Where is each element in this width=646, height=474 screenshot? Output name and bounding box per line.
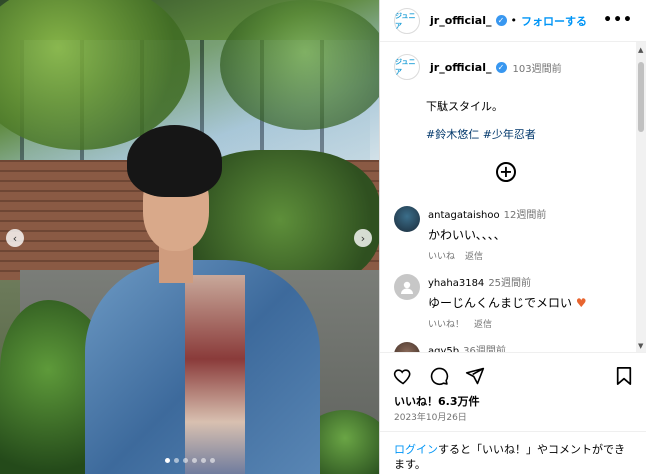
like-button[interactable] xyxy=(392,365,414,387)
caption-hashtags[interactable]: #鈴木悠仁 #少年忍者 xyxy=(426,126,536,142)
comment-time[interactable]: 25週間前 xyxy=(488,274,531,289)
heart-icon xyxy=(393,369,411,385)
login-prompt: ログインすると「いいね！」やコメントができます。 xyxy=(380,431,646,472)
comment-like-button[interactable]: いいね！ xyxy=(428,317,464,330)
avatar-logo-text: ジュニア xyxy=(395,11,416,30)
comment-text: ゆーじんくんまじでメロい ♥ xyxy=(428,294,587,311)
post-actions: いいね！6.3万件 2023年10月26日 ログインすると「いいね！」やコメント… xyxy=(380,352,646,472)
comment-time[interactable]: 12週間前 xyxy=(504,206,547,221)
commenter-avatar[interactable] xyxy=(394,274,420,300)
comment-reply-button[interactable]: 返信 xyxy=(465,249,483,262)
commenter-username[interactable]: antagataishoo xyxy=(428,210,500,221)
carousel-dot xyxy=(173,458,179,463)
comment-time[interactable]: 36週間前 xyxy=(463,342,506,352)
orange-heart-icon: ♥ xyxy=(575,296,587,310)
likes-count[interactable]: いいね！6.3万件 xyxy=(394,393,480,409)
share-button[interactable] xyxy=(464,365,486,387)
scroll-up-arrow-icon[interactable]: ▲ xyxy=(638,46,643,54)
commenter-avatar[interactable] xyxy=(394,342,420,352)
author-username[interactable]: jr_official_ xyxy=(430,14,492,27)
carousel-indicator xyxy=(0,458,379,463)
commenter-avatar[interactable] xyxy=(394,206,420,232)
subject-shirt xyxy=(185,275,245,474)
chevron-left-icon: ‹ xyxy=(12,231,18,245)
verified-badge-icon: ✓ xyxy=(495,61,507,73)
caption-time[interactable]: 103週間前 xyxy=(513,60,562,75)
carousel-dot xyxy=(182,458,188,463)
scrollbar-thumb[interactable] xyxy=(638,62,644,132)
caption-header: ジュニア jr_official_ ✓ 103週間前 xyxy=(394,54,562,80)
comment-text: かわいい､､､､ xyxy=(428,228,501,242)
caption-author-avatar[interactable]: ジュニア xyxy=(394,54,420,80)
post-date[interactable]: 2023年10月26日 xyxy=(394,410,467,423)
comment-like-button[interactable]: いいね xyxy=(428,249,455,262)
scroll-down-arrow-icon[interactable]: ▼ xyxy=(638,342,643,350)
comment-item: yhaha3184 25週間前 ゆーじんくんまじでメロい ♥ いいね！ 返信 xyxy=(394,274,587,330)
author-avatar[interactable]: ジュニア xyxy=(394,7,420,34)
caption-username[interactable]: jr_official_ xyxy=(430,61,492,74)
post-dialog: ‹ › ジュニア jr_official_ ✓ • フォローする ••• ジュニ… xyxy=(0,0,646,474)
post-header: ジュニア jr_official_ ✓ • フォローする ••• xyxy=(380,0,646,42)
comment-item: antagataishoo 12週間前 かわいい､､､､ いいね 返信 xyxy=(394,206,546,262)
paper-plane-icon xyxy=(465,367,485,385)
commenter-username[interactable]: yhaha3184 xyxy=(428,278,484,289)
carousel-dot xyxy=(200,458,206,463)
photo-subject xyxy=(85,125,325,474)
background-tree-right xyxy=(220,0,379,130)
comment-reply-button[interactable]: 返信 xyxy=(474,317,492,330)
comment-text-content: ゆーじんくんまじでメロい xyxy=(428,296,573,310)
header-separator: • xyxy=(510,14,518,27)
post-photo[interactable]: ‹ › xyxy=(0,0,379,474)
comment-button[interactable] xyxy=(428,365,450,387)
more-options-icon[interactable]: ••• xyxy=(603,12,633,28)
comments-scroll-area[interactable]: ジュニア jr_official_ ✓ 103週間前 下駄スタイル。 #鈴木悠仁… xyxy=(380,42,646,352)
avatar-logo-text: ジュニア xyxy=(395,58,416,76)
bookmark-icon xyxy=(616,367,632,385)
post-side-panel: ジュニア jr_official_ ✓ • フォローする ••• ジュニア jr… xyxy=(379,0,646,474)
carousel-dot xyxy=(191,458,197,463)
comment-item: aqy5b 36週間前 xyxy=(394,342,506,352)
carousel-dot xyxy=(209,458,215,463)
subject-hair xyxy=(127,125,222,197)
carousel-next-button[interactable]: › xyxy=(354,229,372,247)
caption-text: 下駄スタイル。 xyxy=(426,100,503,113)
verified-badge-icon: ✓ xyxy=(495,15,507,26)
comments-scrollbar[interactable]: ▲ ▼ xyxy=(636,42,646,352)
carousel-dot xyxy=(164,458,170,463)
load-more-comments-icon[interactable]: + xyxy=(496,162,516,182)
login-link[interactable]: ログイン xyxy=(394,443,438,456)
carousel-prev-button[interactable]: ‹ xyxy=(6,229,24,247)
comment-bubble-icon xyxy=(430,367,449,386)
chevron-right-icon: › xyxy=(360,231,366,245)
save-button[interactable] xyxy=(613,365,635,387)
default-user-icon xyxy=(401,281,413,294)
follow-button[interactable]: フォローする xyxy=(521,13,587,29)
